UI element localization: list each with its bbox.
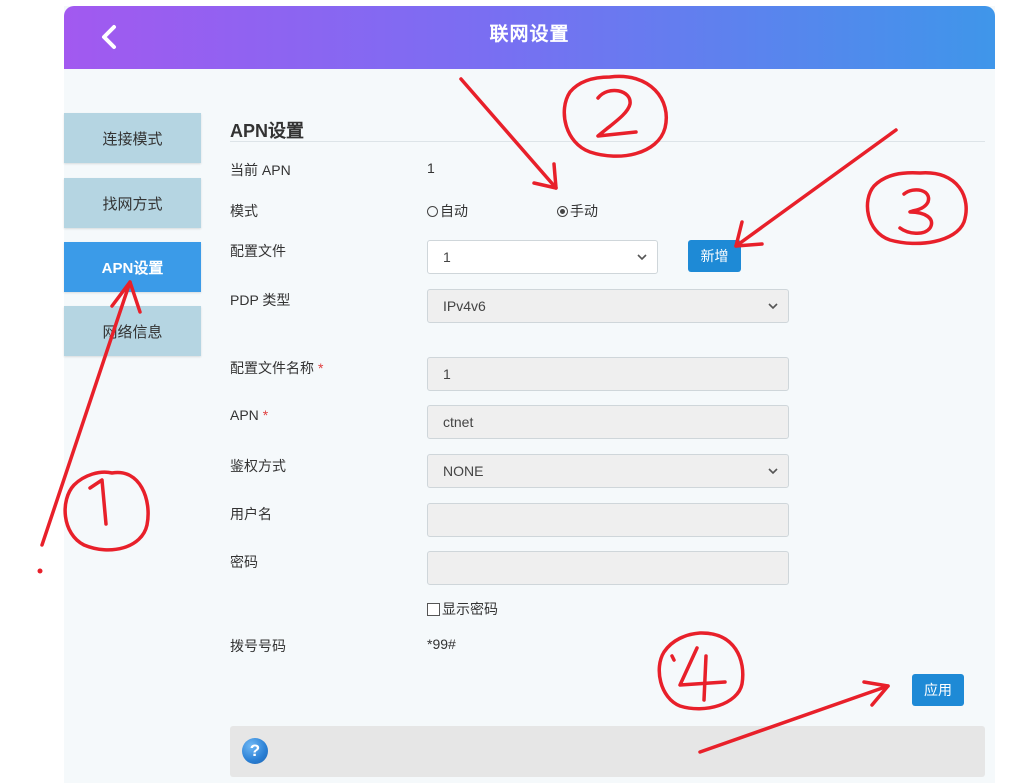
radio-checked-icon bbox=[557, 205, 568, 217]
show-password-label: 显示密码 bbox=[442, 601, 498, 617]
section-divider bbox=[230, 141, 985, 142]
auth-label: 鉴权方式 bbox=[230, 458, 286, 474]
sidebar-item-label: 连接模式 bbox=[102, 130, 163, 148]
radio-label: 自动 bbox=[440, 203, 468, 219]
radio-unchecked-icon bbox=[427, 205, 438, 217]
sidebar-item-network-search[interactable]: 找网方式 bbox=[64, 178, 201, 228]
header-bar: 联网设置 bbox=[64, 6, 995, 69]
sidebar-item-apn-settings[interactable]: APN设置 bbox=[64, 242, 201, 292]
apn-label-text: APN bbox=[230, 407, 259, 423]
help-bar: ? bbox=[230, 726, 985, 777]
dial-number-label: 拨号号码 bbox=[230, 638, 286, 654]
chevron-down-icon bbox=[768, 303, 778, 310]
password-label: 密码 bbox=[230, 554, 258, 570]
radio-label: 手动 bbox=[570, 203, 598, 219]
checkbox-unchecked-icon bbox=[427, 602, 440, 616]
apn-label: APN * bbox=[230, 407, 268, 423]
sidebar-item-label: 找网方式 bbox=[102, 195, 163, 213]
required-mark: * bbox=[262, 407, 269, 423]
question-glyph: ? bbox=[249, 741, 261, 760]
add-profile-button[interactable]: 新增 bbox=[688, 240, 741, 272]
current-apn-label: 当前 APN bbox=[230, 162, 291, 178]
pdp-type-label: PDP 类型 bbox=[230, 292, 291, 308]
dial-number-value: *99# bbox=[427, 636, 456, 652]
profile-name-value: 1 bbox=[443, 366, 451, 382]
username-input[interactable] bbox=[427, 503, 789, 537]
auth-value: NONE bbox=[443, 463, 484, 479]
profile-name-label-text: 配置文件名称 bbox=[230, 360, 314, 376]
apn-value: ctnet bbox=[443, 414, 474, 430]
password-input[interactable] bbox=[427, 551, 789, 585]
chevron-down-icon bbox=[637, 254, 647, 261]
section-title: APN设置 bbox=[230, 121, 305, 141]
profile-select-value: 1 bbox=[443, 249, 451, 265]
sidebar-item-label: APN设置 bbox=[101, 259, 164, 277]
profile-name-label: 配置文件名称 * bbox=[230, 358, 323, 378]
pdp-type-value: IPv4v6 bbox=[443, 298, 486, 314]
profile-label: 配置文件 bbox=[230, 243, 286, 259]
chevron-down-icon bbox=[768, 468, 778, 475]
show-password-checkbox[interactable]: 显示密码 bbox=[427, 599, 498, 619]
auth-select[interactable]: NONE bbox=[427, 454, 789, 488]
sidebar-item-network-info[interactable]: 网络信息 bbox=[64, 306, 201, 356]
mode-manual-radio[interactable]: 手动 bbox=[557, 201, 598, 221]
apn-input[interactable]: ctnet bbox=[427, 405, 789, 439]
mode-auto-radio[interactable]: 自动 bbox=[427, 201, 468, 221]
sidebar-item-connection-mode[interactable]: 连接模式 bbox=[64, 113, 201, 163]
profile-select[interactable]: 1 bbox=[427, 240, 658, 274]
username-label: 用户名 bbox=[230, 506, 272, 522]
mode-label: 模式 bbox=[230, 203, 258, 219]
app-window: 联网设置 连接模式 找网方式 APN设置 网络信息 APN设置 当前 APN 1… bbox=[64, 6, 995, 783]
question-icon[interactable]: ? bbox=[242, 738, 268, 764]
required-mark: * bbox=[318, 360, 324, 376]
page-title: 联网设置 bbox=[489, 24, 570, 45]
apply-button[interactable]: 应用 bbox=[912, 674, 964, 706]
sidebar-item-label: 网络信息 bbox=[102, 323, 163, 341]
pdp-type-select[interactable]: IPv4v6 bbox=[427, 289, 789, 323]
annotation-dot bbox=[37, 568, 43, 574]
profile-name-input[interactable]: 1 bbox=[427, 357, 789, 391]
current-apn-value: 1 bbox=[427, 160, 435, 176]
